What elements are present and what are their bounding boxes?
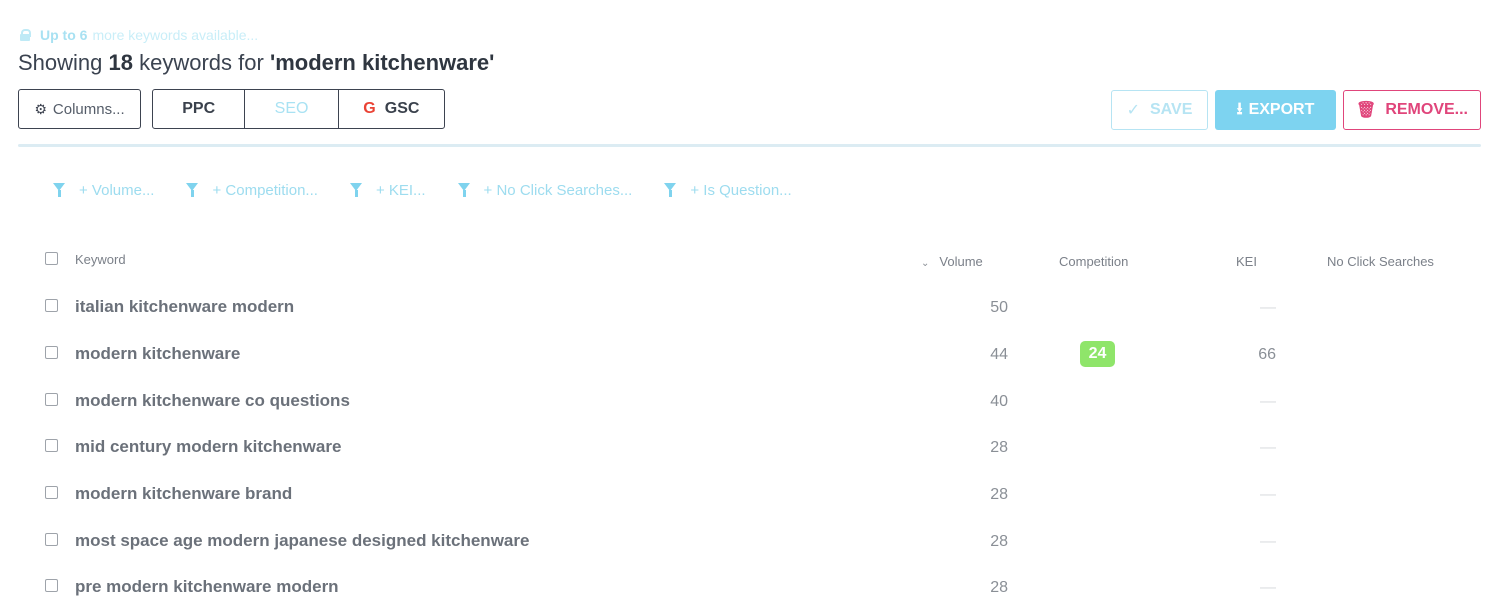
row-checkbox[interactable]	[45, 439, 58, 452]
check-icon: ✓	[1126, 102, 1140, 119]
lock-icon	[20, 29, 31, 41]
save-label: SAVE	[1150, 101, 1193, 118]
filter-no-click-searches[interactable]: + No Click Searches...	[457, 181, 633, 199]
table-row: italian kitchenware modern 50 —	[0, 297, 1500, 343]
columns-label: Columns...	[52, 100, 125, 118]
table-row: pre modern kitchenware modern 28 —	[0, 577, 1500, 605]
upsell-text: more keywords available...	[92, 27, 259, 43]
heading-middle: keywords for	[139, 50, 264, 75]
kei-cell: —	[1260, 579, 1276, 596]
filter-is-question[interactable]: + Is Question...	[664, 181, 792, 199]
column-header-kei[interactable]: KEI	[1236, 254, 1257, 269]
column-header-competition[interactable]: Competition	[1059, 254, 1128, 269]
volume-cell: 40	[990, 393, 1008, 410]
row-checkbox[interactable]	[45, 486, 58, 499]
funnel-icon	[457, 183, 471, 197]
row-checkbox[interactable]	[45, 346, 58, 359]
divider	[18, 144, 1481, 147]
column-header-keyword[interactable]: Keyword	[75, 252, 126, 267]
remove-label: REMOVE...	[1385, 101, 1468, 118]
table-row: most space age modern japanese designed …	[0, 531, 1500, 577]
save-button[interactable]: ✓ SAVE	[1111, 90, 1208, 130]
competition-badge: 24	[1080, 341, 1115, 367]
select-all-checkbox[interactable]	[45, 252, 58, 265]
gear-icon: ⚙	[34, 100, 47, 117]
volume-cell: 28	[990, 533, 1008, 550]
keyword-cell[interactable]: modern kitchenware brand	[75, 484, 292, 504]
volume-cell: 28	[990, 579, 1008, 596]
row-checkbox[interactable]	[45, 533, 58, 546]
remove-button[interactable]: 🗑 REMOVE...	[1343, 90, 1481, 130]
upsell-notice[interactable]: Up to 6 more keywords available...	[20, 26, 258, 44]
sort-desc-icon: ⌄	[921, 258, 930, 269]
upsell-count: Up to 6	[40, 27, 88, 43]
tab-gsc-label: GSC	[384, 100, 420, 117]
keyword-cell[interactable]: modern kitchenware co questions	[75, 391, 350, 411]
trash-icon: 🗑	[1356, 102, 1377, 119]
keyword-count: 18	[108, 50, 133, 75]
kei-cell: —	[1260, 486, 1276, 503]
filter-label: + Volume...	[79, 181, 155, 199]
funnel-icon	[53, 183, 66, 197]
tab-ppc[interactable]: PPC	[153, 90, 246, 128]
volume-cell: 50	[990, 299, 1008, 316]
heading-prefix: Showing	[18, 50, 103, 75]
table-row: modern kitchenware brand 28 —	[0, 484, 1500, 530]
search-query: 'modern kitchenware'	[269, 50, 495, 75]
download-icon: ⭳	[1236, 98, 1243, 118]
funnel-icon	[664, 183, 677, 197]
volume-cell: 28	[990, 439, 1008, 456]
tab-seo[interactable]: SEO	[245, 90, 339, 128]
kei-cell: —	[1260, 299, 1276, 316]
kei-cell: 66	[1258, 346, 1276, 363]
column-header-no-click-searches[interactable]: No Click Searches	[1327, 254, 1434, 269]
filter-volume[interactable]: + Volume...	[53, 182, 154, 199]
kei-cell: —	[1260, 393, 1276, 410]
kei-cell: —	[1260, 533, 1276, 550]
table-row: mid century modern kitchenware 28 —	[0, 437, 1500, 483]
row-checkbox[interactable]	[45, 299, 58, 312]
table-row: modern kitchenware 44 24 66	[0, 341, 1500, 390]
volume-cell: 44	[990, 346, 1008, 363]
tab-seo-label: SEO	[274, 100, 309, 117]
filter-label: + Competition...	[212, 181, 318, 199]
filter-label: + KEI...	[375, 181, 426, 199]
columns-button[interactable]: ⚙ Columns...	[18, 89, 141, 129]
column-header-volume-label: Volume	[939, 254, 983, 269]
google-icon: G	[363, 100, 376, 117]
filter-kei[interactable]: + KEI...	[349, 181, 426, 199]
keyword-cell[interactable]: mid century modern kitchenware	[75, 437, 341, 457]
filter-bar: + Volume... + Competition... + KEI... + …	[53, 180, 824, 200]
page-title: Showing 18 keywords for 'modern kitchenw…	[18, 50, 494, 76]
column-header-volume[interactable]: ⌄ Volume	[921, 254, 983, 269]
tab-gsc[interactable]: G GSC	[339, 90, 444, 128]
keyword-cell[interactable]: modern kitchenware	[75, 344, 240, 364]
keyword-cell[interactable]: pre modern kitchenware modern	[75, 577, 339, 597]
kei-cell: —	[1260, 439, 1276, 456]
funnel-icon	[186, 183, 199, 197]
filter-competition[interactable]: + Competition...	[186, 181, 318, 199]
row-checkbox[interactable]	[45, 579, 58, 592]
row-checkbox[interactable]	[45, 393, 58, 406]
keyword-cell[interactable]: italian kitchenware modern	[75, 297, 294, 317]
volume-cell: 28	[990, 486, 1008, 503]
filter-label: + No Click Searches...	[483, 181, 633, 199]
export-button[interactable]: ⭳ EXPORT	[1215, 90, 1336, 130]
tab-ppc-label: PPC	[182, 100, 216, 117]
filter-label: + Is Question...	[690, 181, 792, 199]
mode-segmented-control: PPC SEO G GSC	[152, 89, 445, 129]
keyword-cell[interactable]: most space age modern japanese designed …	[75, 531, 529, 551]
export-label: EXPORT	[1248, 101, 1315, 118]
table-row: modern kitchenware co questions 40 —	[0, 391, 1500, 437]
funnel-icon	[349, 183, 363, 197]
